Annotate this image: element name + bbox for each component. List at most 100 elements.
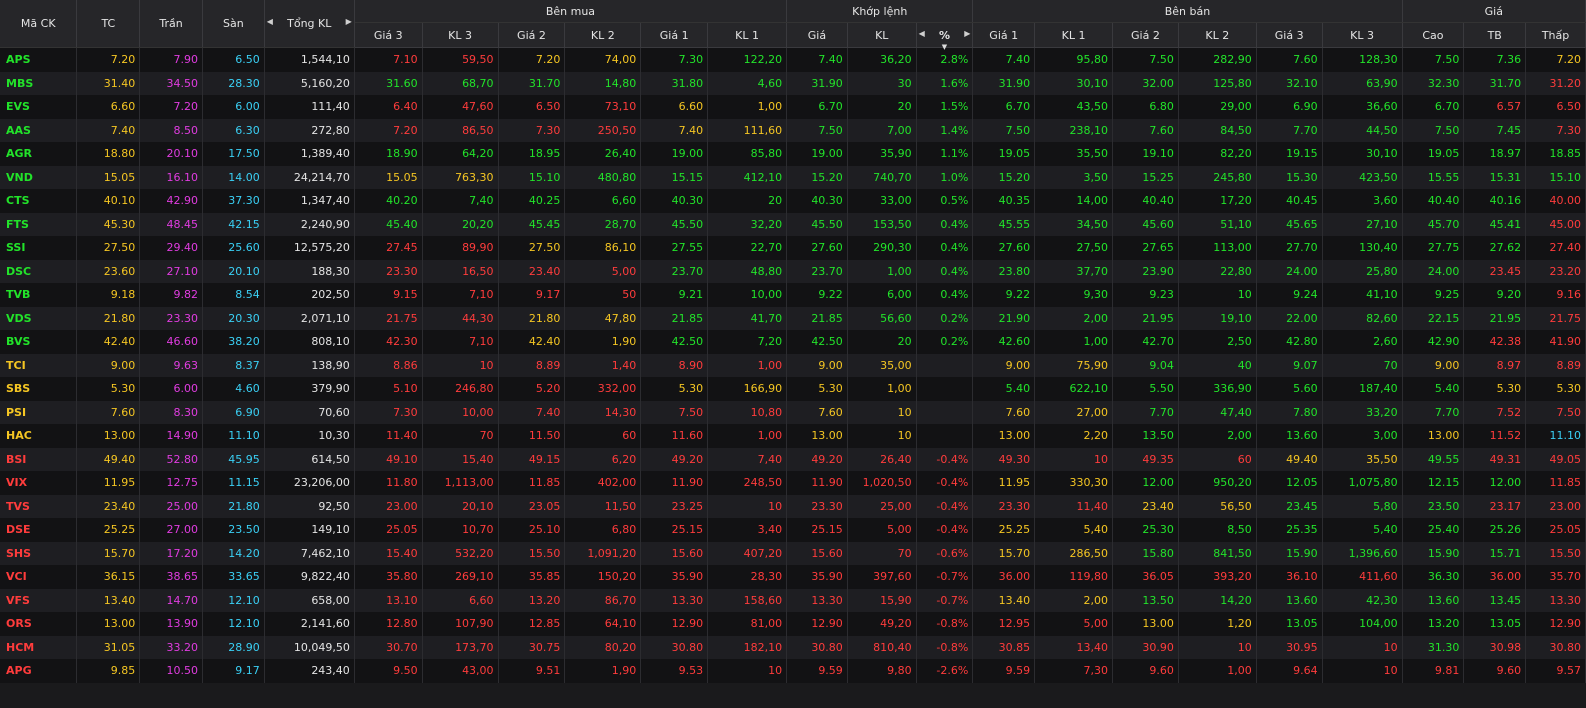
table-row[interactable]: APG 9.85 10.50 9.17 243,40 9.50 43,00 9.51 1,90 9… bbox=[0, 659, 1586, 683]
cell-symbol[interactable]: CTS bbox=[0, 189, 78, 213]
cell-high: 24.00 bbox=[1402, 259, 1465, 283]
col-total-volume[interactable]: ◀ Tổng KL ▶ bbox=[264, 0, 355, 48]
table-row[interactable]: HCM 31.05 33.20 28.90 10,049,50 30.70 173,70 30… bbox=[0, 635, 1586, 659]
col-sell-volume-2[interactable]: KL 2 bbox=[1178, 22, 1257, 48]
table-row[interactable]: BVS 42.40 46.60 38.20 808,10 42.30 7,10 42.40 1,… bbox=[0, 330, 1586, 354]
cell-symbol[interactable]: APS bbox=[0, 47, 78, 72]
cell-sell-price-1: 49.30 bbox=[972, 447, 1036, 471]
col-sell-price-3[interactable]: Giá 3 bbox=[1256, 22, 1323, 48]
cell-buy-price-1: 19.00 bbox=[640, 142, 709, 166]
percent-left-arrow-icon[interactable]: ◀ bbox=[919, 29, 925, 38]
scroll-right-arrow-icon[interactable]: ▶ bbox=[346, 17, 352, 26]
cell-symbol[interactable]: AAS bbox=[0, 118, 78, 142]
cell-symbol[interactable]: MBS bbox=[0, 71, 78, 95]
cell-symbol[interactable]: ORS bbox=[0, 612, 78, 636]
cell-buy-volume-1: 10 bbox=[707, 494, 788, 518]
table-row[interactable]: DSE 25.25 27.00 23.50 149,10 25.05 10,70 25.10 6… bbox=[0, 518, 1586, 542]
cell-symbol[interactable]: PSI bbox=[0, 400, 78, 424]
col-low[interactable]: Thấp bbox=[1525, 22, 1586, 48]
table-row[interactable]: AAS 7.40 8.50 6.30 272,80 7.20 86,50 7.30 250,50… bbox=[0, 118, 1586, 142]
cell-symbol[interactable]: VND bbox=[0, 165, 78, 189]
cell-symbol[interactable]: BSI bbox=[0, 447, 78, 471]
scroll-left-arrow-icon[interactable]: ◀ bbox=[267, 17, 273, 26]
cell-buy-volume-2: 26,40 bbox=[564, 142, 642, 166]
cell-symbol[interactable]: SBS bbox=[0, 377, 78, 401]
col-matched-volume[interactable]: KL bbox=[847, 22, 917, 48]
table-row[interactable]: HAC 13.00 14.90 11.10 10,30 11.40 70 11.50 60 11.… bbox=[0, 424, 1586, 448]
col-sell-volume-3[interactable]: KL 3 bbox=[1322, 22, 1403, 48]
cell-symbol[interactable]: EVS bbox=[0, 95, 78, 119]
col-buy-volume-2[interactable]: KL 2 bbox=[564, 22, 642, 48]
cell-symbol[interactable]: HAC bbox=[0, 424, 78, 448]
group-sell: Bên bán bbox=[972, 0, 1403, 23]
cell-symbol[interactable]: DSC bbox=[0, 259, 78, 283]
cell-symbol[interactable]: SSI bbox=[0, 236, 78, 260]
col-sell-volume-1[interactable]: KL 1 bbox=[1034, 22, 1114, 48]
table-row[interactable]: AGR 18.80 20.10 17.50 1,389,40 18.90 64,20 18.9… bbox=[0, 142, 1586, 166]
col-floor[interactable]: Sàn bbox=[202, 0, 265, 48]
cell-symbol[interactable]: APG bbox=[0, 659, 78, 683]
table-row[interactable]: VND 15.05 16.10 14.00 24,214,70 15.05 763,30 15… bbox=[0, 165, 1586, 189]
cell-symbol[interactable]: VCI bbox=[0, 565, 78, 589]
table-row[interactable]: APS 7.20 7.90 6.50 1,544,10 7.10 59,50 7.20 74,0… bbox=[0, 47, 1586, 72]
cell-symbol[interactable]: HCM bbox=[0, 635, 78, 659]
cell-average: 8.97 bbox=[1463, 353, 1527, 377]
table-row[interactable]: SSI 27.50 29.40 25.60 12,575,20 27.45 89,90 27.… bbox=[0, 236, 1586, 260]
col-reference[interactable]: TC bbox=[76, 0, 141, 48]
cell-sell-volume-1: 286,50 bbox=[1034, 541, 1114, 565]
percent-right-arrow-icon[interactable]: ▶ bbox=[964, 29, 970, 38]
table-row[interactable]: TVB 9.18 9.82 8.54 202,50 9.15 7,10 9.17 50 9.21 1… bbox=[0, 283, 1586, 307]
table-row[interactable]: VFS 13.40 14.70 12.10 658,00 13.10 6,60 13.20 86… bbox=[0, 588, 1586, 612]
col-matched-price[interactable]: Giá bbox=[786, 22, 848, 48]
col-buy-price-2[interactable]: Giá 2 bbox=[498, 22, 566, 48]
cell-ceiling: 34.50 bbox=[139, 71, 203, 95]
col-average[interactable]: TB bbox=[1463, 22, 1527, 48]
cell-low: 9.16 bbox=[1525, 283, 1586, 307]
table-row[interactable]: TCI 9.00 9.63 8.37 138,90 8.86 10 8.89 1,40 8.90 1… bbox=[0, 353, 1586, 377]
table-row[interactable]: ORS 13.00 13.90 12.10 2,141,60 12.80 107,90 12.… bbox=[0, 612, 1586, 636]
cell-ref: 40.10 bbox=[76, 189, 141, 213]
col-symbol[interactable]: Mã CK bbox=[0, 0, 78, 48]
cell-symbol[interactable]: VFS bbox=[0, 588, 78, 612]
col-buy-price-3[interactable]: Giá 3 bbox=[354, 22, 423, 48]
table-row[interactable]: VIX 11.95 12.75 11.15 23,206,00 11.80 1,113,00… bbox=[0, 471, 1586, 495]
cell-symbol[interactable]: AGR bbox=[0, 142, 78, 166]
col-buy-volume-1[interactable]: KL 1 bbox=[707, 22, 788, 48]
cell-matched-percent: -0.8% bbox=[916, 612, 974, 636]
table-row[interactable]: BSI 49.40 52.80 45.95 614,50 49.10 15,40 49.15 6… bbox=[0, 447, 1586, 471]
cell-sell-price-1: 36.00 bbox=[972, 565, 1036, 589]
cell-sell-price-2: 13.50 bbox=[1112, 424, 1179, 448]
table-row[interactable]: SBS 5.30 6.00 4.60 379,90 5.10 246,80 5.20 332,0… bbox=[0, 377, 1586, 401]
col-buy-price-1[interactable]: Giá 1 bbox=[640, 22, 709, 48]
table-row[interactable]: DSC 23.60 27.10 20.10 188,30 23.30 16,50 23.40 5… bbox=[0, 259, 1586, 283]
table-row[interactable]: VDS 21.80 23.30 20.30 2,071,10 21.75 44,30 21.8… bbox=[0, 306, 1586, 330]
col-high[interactable]: Cao bbox=[1402, 22, 1465, 48]
table-row[interactable]: SHS 15.70 17.20 14.20 7,462,10 15.40 532,20 15.… bbox=[0, 541, 1586, 565]
cell-average: 21.95 bbox=[1463, 306, 1527, 330]
cell-symbol[interactable]: FTS bbox=[0, 212, 78, 236]
table-row[interactable]: MBS 31.40 34.50 28.30 5,160,20 31.60 68,70 31.7… bbox=[0, 71, 1586, 95]
table-row[interactable]: VCI 36.15 38.65 33.65 9,822,40 35.80 269,10 35.… bbox=[0, 565, 1586, 589]
cell-matched-volume: 35,00 bbox=[847, 353, 917, 377]
cell-symbol[interactable]: DSE bbox=[0, 518, 78, 542]
cell-symbol[interactable]: SHS bbox=[0, 541, 78, 565]
col-sell-price-2[interactable]: Giá 2 bbox=[1112, 22, 1179, 48]
table-row[interactable]: CTS 40.10 42.90 37.30 1,347,40 40.20 7,40 40.25… bbox=[0, 189, 1586, 213]
col-buy-volume-3[interactable]: KL 3 bbox=[422, 22, 499, 48]
cell-symbol[interactable]: TCI bbox=[0, 353, 78, 377]
cell-ceiling: 9.63 bbox=[139, 353, 203, 377]
table-row[interactable]: PSI 7.60 8.30 6.90 70,60 7.30 10,00 7.40 14,30 7.… bbox=[0, 400, 1586, 424]
table-row[interactable]: FTS 45.30 48.45 42.15 2,240,90 45.40 20,20 45.4… bbox=[0, 212, 1586, 236]
col-sell-price-1[interactable]: Giá 1 bbox=[972, 22, 1036, 48]
cell-sell-price-2: 42.70 bbox=[1112, 330, 1179, 354]
cell-total-volume: 2,141,60 bbox=[264, 612, 355, 636]
col-ceiling[interactable]: Trần bbox=[139, 0, 203, 48]
cell-symbol[interactable]: BVS bbox=[0, 330, 78, 354]
table-row[interactable]: TVS 23.40 25.00 21.80 92,50 23.00 20,10 23.05 11… bbox=[0, 494, 1586, 518]
col-matched-percent[interactable]: ◀ % ▼ ▶ bbox=[916, 22, 974, 51]
cell-symbol[interactable]: VIX bbox=[0, 471, 78, 495]
cell-symbol[interactable]: TVS bbox=[0, 494, 78, 518]
cell-symbol[interactable]: VDS bbox=[0, 306, 78, 330]
table-row[interactable]: EVS 6.60 7.20 6.00 111,40 6.40 47,60 6.50 73,10 6… bbox=[0, 95, 1586, 119]
cell-symbol[interactable]: TVB bbox=[0, 283, 78, 307]
